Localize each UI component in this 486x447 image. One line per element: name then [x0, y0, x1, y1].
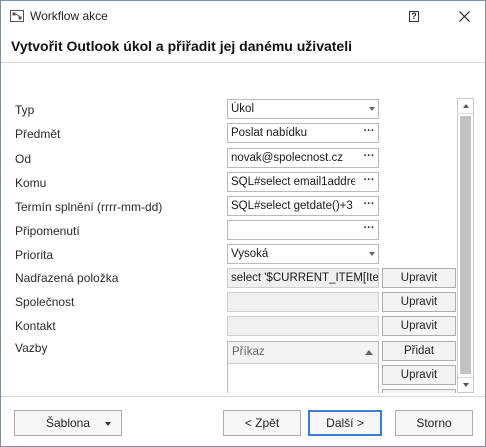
kontakt-edit-button[interactable]: Upravit — [382, 316, 456, 336]
spolecnost-edit-button[interactable]: Upravit — [382, 292, 456, 312]
sort-up-icon — [365, 350, 373, 355]
pripomenuti-field[interactable]: ··· — [227, 220, 379, 240]
form-area: Typ Úkol Předmět Poslat nabídku ··· Od n… — [2, 63, 484, 393]
predmet-field[interactable]: Poslat nabídku ··· — [227, 123, 379, 143]
od-value: novak@spolecnost.cz — [231, 152, 344, 164]
ellipsis-icon[interactable]: ··· — [360, 149, 378, 167]
scroll-down-button[interactable] — [458, 377, 473, 392]
vazby-label: Vazby — [15, 341, 48, 355]
scrollbar-thumb[interactable] — [460, 116, 471, 374]
spolecnost-label: Společnost — [15, 295, 75, 309]
ellipsis-icon[interactable]: ··· — [360, 124, 378, 142]
title-bar: Workflow akce ? — [1, 1, 485, 31]
kontakt-field[interactable] — [227, 316, 379, 336]
termin-value: SQL#select getdate()+3 — [231, 200, 353, 212]
spolecnost-field[interactable] — [227, 292, 379, 312]
od-label: Od — [15, 152, 32, 166]
nadrazena-field[interactable]: select '$CURRENT_ITEM[Item] — [227, 268, 379, 288]
ellipsis-icon[interactable]: ··· — [360, 197, 378, 215]
typ-select[interactable]: Úkol — [227, 99, 379, 119]
help-button[interactable]: ? — [399, 3, 429, 29]
arrow-down-icon — [462, 383, 469, 387]
chevron-down-icon — [369, 107, 375, 111]
priorita-value: Vysoká — [231, 248, 269, 260]
vazby-grid[interactable]: Příkaz — [227, 341, 379, 393]
dropdown-caret-icon — [105, 422, 111, 426]
next-button[interactable]: Další > — [308, 410, 382, 436]
workflow-dialog: Workflow akce ? Vytvořit Outlook úkol a … — [0, 0, 486, 447]
vazby-edit-button[interactable]: Upravit — [382, 365, 456, 385]
termin-field[interactable]: SQL#select getdate()+3 ··· — [227, 196, 379, 216]
template-button-label: Šablona — [45, 416, 91, 430]
termin-label: Termín splnění (rrrr-mm-dd) — [15, 200, 163, 214]
nadrazena-value: select '$CURRENT_ITEM[Item] — [231, 272, 379, 284]
priorita-select[interactable]: Vysoká — [227, 244, 379, 264]
komu-field[interactable]: SQL#select email1address ··· — [227, 172, 379, 192]
ellipsis-icon[interactable]: ··· — [360, 173, 378, 191]
vazby-column-header[interactable]: Příkaz — [228, 342, 378, 364]
typ-label: Typ — [15, 103, 35, 117]
footer-divider — [1, 396, 485, 397]
vazby-extra-button[interactable] — [382, 389, 456, 393]
close-button[interactable] — [447, 3, 481, 29]
nadrazena-label: Nadřazená položka — [15, 271, 119, 285]
komu-value: SQL#select email1address — [231, 176, 355, 188]
page-title: Vytvořit Outlook úkol a přiřadit jej dan… — [11, 38, 352, 54]
chevron-down-icon — [369, 252, 375, 256]
workflow-icon — [10, 10, 24, 22]
komu-label: Komu — [15, 176, 47, 190]
scroll-up-button[interactable] — [458, 99, 473, 114]
pripomenuti-label: Připomenutí — [15, 224, 80, 238]
kontakt-label: Kontakt — [15, 319, 56, 333]
template-button[interactable]: Šablona — [14, 410, 122, 436]
nadrazena-edit-button[interactable]: Upravit — [382, 268, 456, 288]
help-icon: ? — [409, 10, 419, 22]
back-button[interactable]: < Zpět — [223, 410, 301, 436]
arrow-up-icon — [462, 104, 469, 108]
window-title: Workflow akce — [30, 9, 108, 23]
ellipsis-icon[interactable]: ··· — [360, 221, 378, 239]
vazby-add-button[interactable]: Přidat — [382, 341, 456, 361]
cancel-button[interactable]: Storno — [395, 410, 473, 436]
od-field[interactable]: novak@spolecnost.cz ··· — [227, 148, 379, 168]
close-icon — [458, 10, 470, 22]
predmet-label: Předmět — [15, 127, 61, 141]
vertical-scrollbar[interactable] — [457, 98, 474, 393]
predmet-value: Poslat nabídku — [231, 127, 308, 139]
prikaz-header-label: Příkaz — [232, 346, 265, 358]
priorita-label: Priorita — [15, 248, 54, 262]
typ-value: Úkol — [231, 103, 255, 115]
